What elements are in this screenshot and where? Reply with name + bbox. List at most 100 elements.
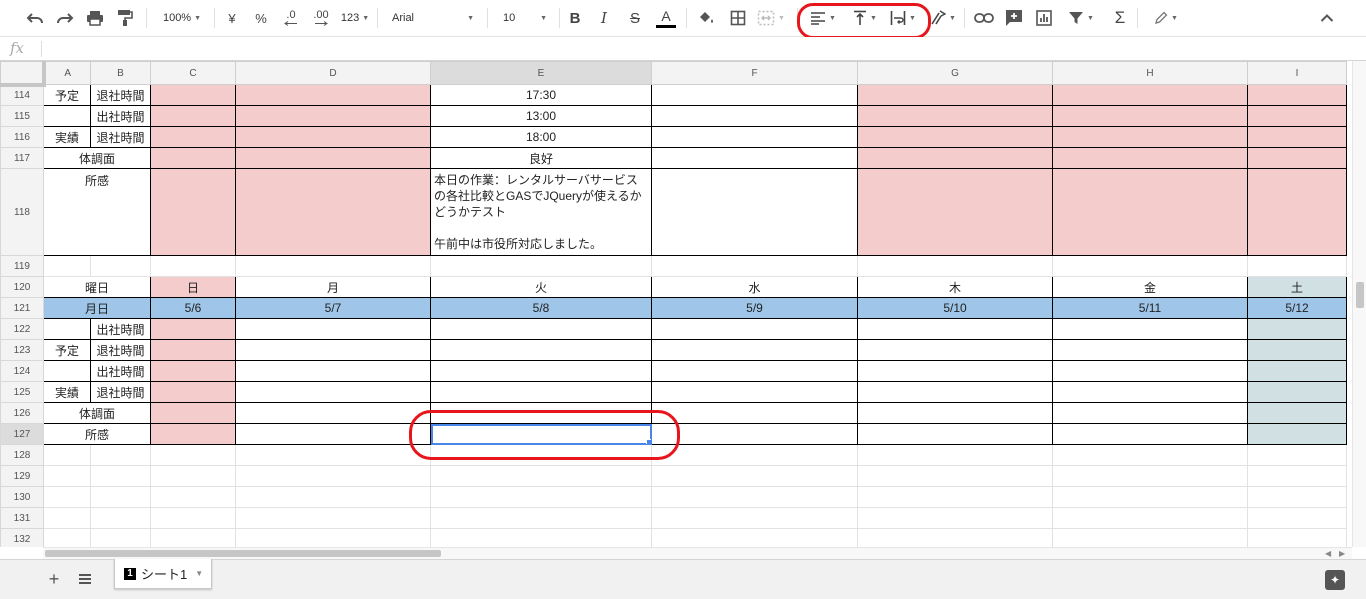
cell-g131[interactable] xyxy=(857,507,1053,529)
cell-a125[interactable]: 実績 xyxy=(43,381,91,403)
cell-a114[interactable]: 予定 xyxy=(43,84,91,106)
cell-b131[interactable] xyxy=(90,507,151,529)
cell-e116[interactable]: 18:00 xyxy=(430,126,652,148)
cell-f122[interactable] xyxy=(651,318,858,340)
print-icon[interactable] xyxy=(84,7,106,29)
cell-c128[interactable] xyxy=(150,444,236,466)
cell-b129[interactable] xyxy=(90,465,151,487)
cell-a129[interactable] xyxy=(43,465,91,487)
insert-comment-icon[interactable] xyxy=(1003,7,1025,29)
cell-e128[interactable] xyxy=(430,444,652,466)
cell-b123[interactable]: 退社時間 xyxy=(90,339,151,361)
cell-i115[interactable] xyxy=(1247,105,1347,127)
cell-g122[interactable] xyxy=(857,318,1053,340)
cell-e114[interactable]: 17:30 xyxy=(430,84,652,106)
cell-h118[interactable] xyxy=(1052,168,1248,256)
column-header-a[interactable]: A xyxy=(43,61,91,85)
cell-b124[interactable]: 出社時間 xyxy=(90,360,151,382)
cell-ab126[interactable]: 体調面 xyxy=(43,402,151,424)
cell-e131[interactable] xyxy=(430,507,652,529)
column-header-i[interactable]: I xyxy=(1247,61,1347,85)
scroll-right-icon[interactable]: ▶ xyxy=(1339,549,1345,558)
cell-e126[interactable] xyxy=(430,402,652,424)
borders-icon[interactable] xyxy=(727,7,749,29)
selected-cell-e127[interactable] xyxy=(430,423,652,445)
cell-d114[interactable] xyxy=(235,84,431,106)
cell-i130[interactable] xyxy=(1247,486,1347,508)
column-header-h[interactable]: H xyxy=(1052,61,1248,85)
decrease-decimal-button[interactable]: .0 xyxy=(280,7,302,29)
cell-h125[interactable] xyxy=(1052,381,1248,403)
cell-ab120[interactable]: 曜日 xyxy=(43,276,151,298)
cell-e122[interactable] xyxy=(430,318,652,340)
collapse-toolbar-chevron-up-icon[interactable] xyxy=(1316,7,1338,29)
column-header-c[interactable]: C xyxy=(150,61,236,85)
cell-c115[interactable] xyxy=(150,105,236,127)
cell-h124[interactable] xyxy=(1052,360,1248,382)
cell-h129[interactable] xyxy=(1052,465,1248,487)
cell-d126[interactable] xyxy=(235,402,431,424)
cell-f117[interactable] xyxy=(651,147,858,169)
cell-e124[interactable] xyxy=(430,360,652,382)
row-header[interactable]: 114 xyxy=(0,84,44,106)
row-header[interactable]: 129 xyxy=(0,465,44,487)
cell-d117[interactable] xyxy=(235,147,431,169)
cell-a130[interactable] xyxy=(43,486,91,508)
text-color-button[interactable]: A xyxy=(655,7,677,29)
cell-c122[interactable] xyxy=(150,318,236,340)
cell-b132[interactable] xyxy=(90,528,151,547)
cell-g118[interactable] xyxy=(857,168,1053,256)
row-header[interactable]: 123 xyxy=(0,339,44,361)
cell-i132[interactable] xyxy=(1247,528,1347,547)
cell-f125[interactable] xyxy=(651,381,858,403)
cell-f123[interactable] xyxy=(651,339,858,361)
percent-format-button[interactable]: % xyxy=(252,7,270,29)
cell-h131[interactable] xyxy=(1052,507,1248,529)
cell-f129[interactable] xyxy=(651,465,858,487)
cell-d128[interactable] xyxy=(235,444,431,466)
cell-c121[interactable]: 5/6 xyxy=(150,297,236,319)
row-header[interactable]: 118 xyxy=(0,168,44,256)
row-header[interactable]: 122 xyxy=(0,318,44,340)
cell-g121[interactable]: 5/10 xyxy=(857,297,1053,319)
cell-c114[interactable] xyxy=(150,84,236,106)
cell-e115[interactable]: 13:00 xyxy=(430,105,652,127)
vertical-align-icon[interactable]: ▼ xyxy=(849,7,881,29)
cell-d115[interactable] xyxy=(235,105,431,127)
cell-d125[interactable] xyxy=(235,381,431,403)
cell-a119[interactable] xyxy=(43,255,91,277)
cell-d118[interactable] xyxy=(235,168,431,256)
cell-g128[interactable] xyxy=(857,444,1053,466)
cell-e132[interactable] xyxy=(430,528,652,547)
cell-e123[interactable] xyxy=(430,339,652,361)
cell-i116[interactable] xyxy=(1247,126,1347,148)
row-header[interactable]: 125 xyxy=(0,381,44,403)
cell-a116[interactable]: 実績 xyxy=(43,126,91,148)
functions-sigma-icon[interactable]: Σ xyxy=(1110,7,1130,29)
cell-f128[interactable] xyxy=(651,444,858,466)
column-header-f[interactable]: F xyxy=(651,61,858,85)
cell-a132[interactable] xyxy=(43,528,91,547)
cell-c120[interactable]: 日 xyxy=(150,276,236,298)
explore-icon[interactable]: ✦ xyxy=(1325,570,1345,590)
cell-g129[interactable] xyxy=(857,465,1053,487)
cell-c119[interactable] xyxy=(150,255,236,277)
currency-format-button[interactable]: ¥ xyxy=(223,7,241,29)
cell-b130[interactable] xyxy=(90,486,151,508)
cell-c125[interactable] xyxy=(150,381,236,403)
undo-icon[interactable] xyxy=(24,7,46,29)
cell-b125[interactable]: 退社時間 xyxy=(90,381,151,403)
cell-d129[interactable] xyxy=(235,465,431,487)
cell-ab127[interactable]: 所感 xyxy=(43,423,151,445)
cell-i128[interactable] xyxy=(1247,444,1347,466)
cell-c116[interactable] xyxy=(150,126,236,148)
cell-g117[interactable] xyxy=(857,147,1053,169)
cell-d127[interactable] xyxy=(235,423,431,445)
cell-g123[interactable] xyxy=(857,339,1053,361)
cell-f131[interactable] xyxy=(651,507,858,529)
cell-h123[interactable] xyxy=(1052,339,1248,361)
cell-h115[interactable] xyxy=(1052,105,1248,127)
cell-h126[interactable] xyxy=(1052,402,1248,424)
cell-h128[interactable] xyxy=(1052,444,1248,466)
cell-i117[interactable] xyxy=(1247,147,1347,169)
